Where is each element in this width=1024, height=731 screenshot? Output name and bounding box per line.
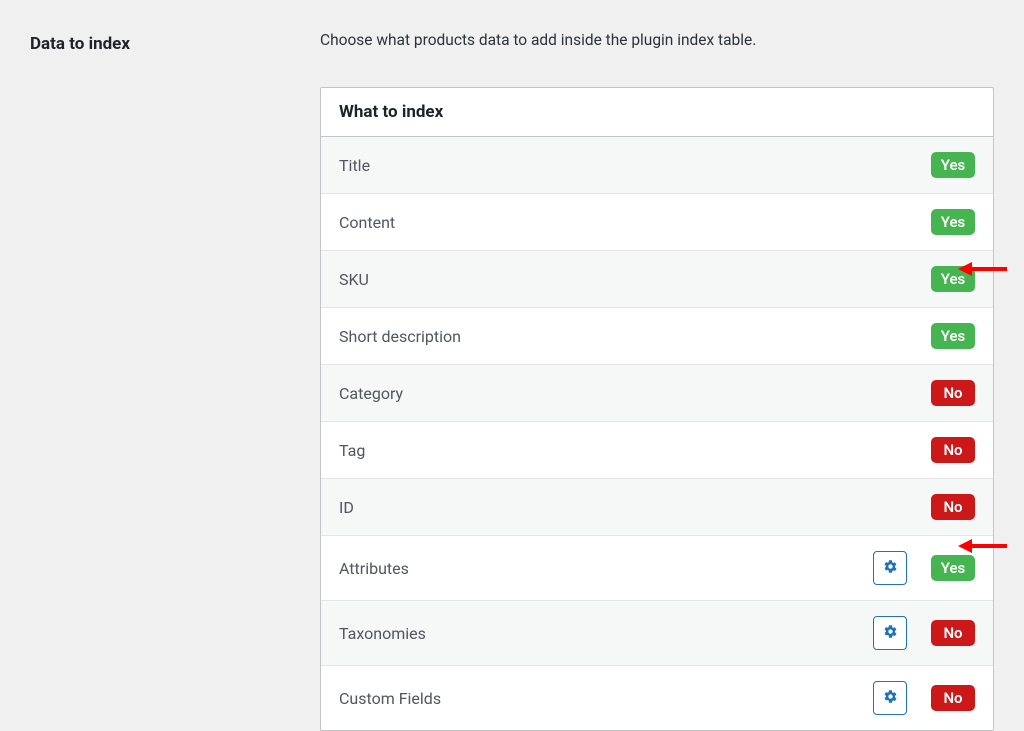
row-label: ID — [339, 498, 354, 517]
index-panel: What to index TitleYesContentYesSKUYesSh… — [320, 87, 994, 731]
toggle-badge[interactable]: Yes — [931, 323, 975, 349]
row-controls: Yes — [873, 551, 975, 585]
index-row: Taxonomies No — [321, 601, 993, 666]
row-controls: Yes — [931, 152, 975, 178]
row-controls: Yes — [931, 209, 975, 235]
toggle-badge[interactable]: Yes — [931, 209, 975, 235]
section-description: Choose what products data to add inside … — [320, 31, 994, 49]
index-row: Title Yes — [321, 137, 993, 194]
row-label: Attributes — [339, 559, 409, 578]
section-title: Data to index — [30, 34, 280, 54]
toggle-badge[interactable]: Yes — [931, 266, 975, 292]
row-label: Short description — [339, 327, 461, 346]
row-controls: No — [931, 437, 975, 463]
gear-icon — [883, 559, 898, 577]
gear-icon — [883, 624, 898, 642]
index-row: Short description Yes — [321, 308, 993, 365]
row-controls: Yes — [931, 266, 975, 292]
toggle-badge[interactable]: No — [931, 494, 975, 520]
row-label: Taxonomies — [339, 624, 426, 643]
row-controls: No — [931, 380, 975, 406]
toggle-badge[interactable]: Yes — [931, 555, 975, 581]
row-label: Category — [339, 384, 403, 403]
row-controls: No — [931, 494, 975, 520]
row-label: Custom Fields — [339, 689, 441, 708]
index-row: Category No — [321, 365, 993, 422]
toggle-badge[interactable]: No — [931, 685, 975, 711]
settings-button[interactable] — [873, 681, 907, 715]
gear-icon — [883, 689, 898, 707]
index-row: Attributes Yes — [321, 536, 993, 601]
toggle-badge[interactable]: No — [931, 380, 975, 406]
row-controls: Yes — [931, 323, 975, 349]
row-label: SKU — [339, 270, 369, 289]
index-row: SKU Yes — [321, 251, 993, 308]
row-label: Tag — [339, 441, 365, 460]
row-controls: No — [873, 681, 975, 715]
index-row: Content Yes — [321, 194, 993, 251]
index-row: Tag No — [321, 422, 993, 479]
panel-header: What to index — [321, 88, 993, 137]
row-label: Content — [339, 213, 395, 232]
settings-button[interactable] — [873, 551, 907, 585]
toggle-badge[interactable]: No — [931, 437, 975, 463]
row-label: Title — [339, 156, 370, 175]
toggle-badge[interactable]: No — [931, 620, 975, 646]
panel-body: TitleYesContentYesSKUYesShort descriptio… — [321, 137, 993, 730]
row-controls: No — [873, 616, 975, 650]
index-row: Custom Fields No — [321, 666, 993, 730]
index-row: ID No — [321, 479, 993, 536]
toggle-badge[interactable]: Yes — [931, 152, 975, 178]
settings-button[interactable] — [873, 616, 907, 650]
